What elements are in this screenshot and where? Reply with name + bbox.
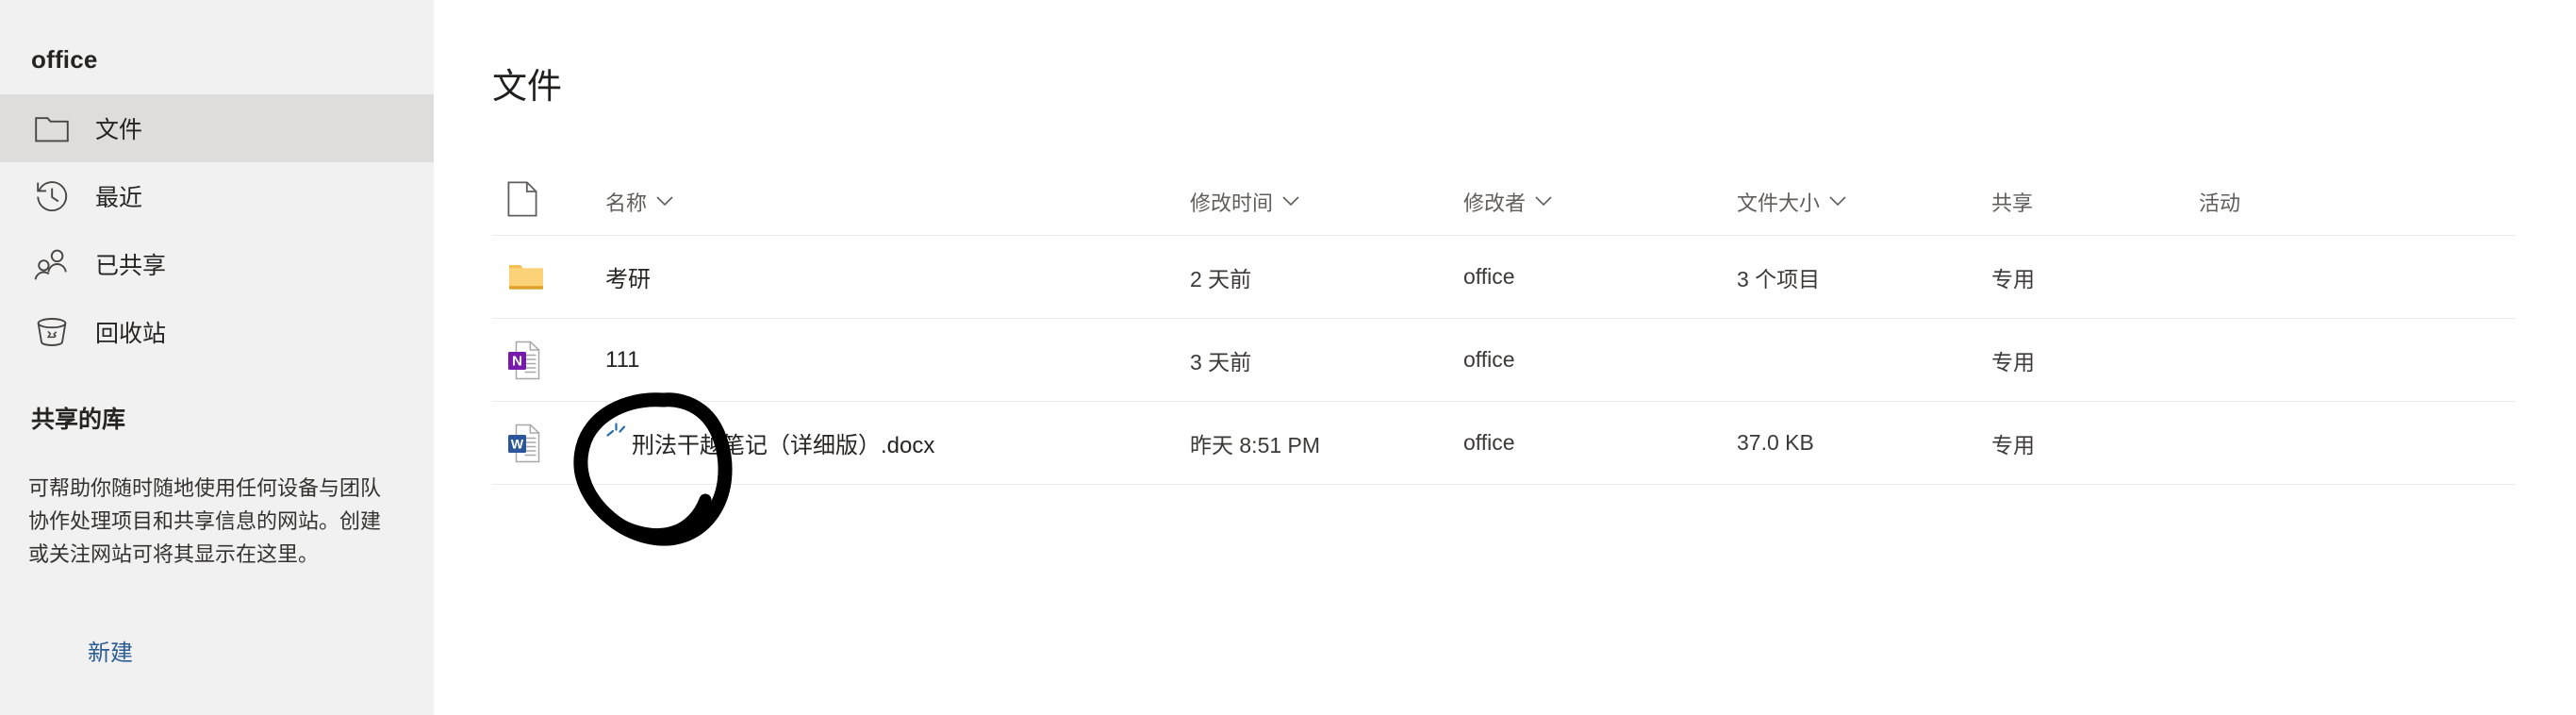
create-library-link[interactable]: 新建	[88, 634, 133, 667]
recent-clock-icon	[31, 175, 73, 217]
cell-modifier: office	[1463, 264, 1515, 289]
sidebar-item-label: 已共享	[95, 253, 167, 279]
table-row[interactable]: N 111 3 天前 office 专用	[492, 319, 2516, 402]
people-icon	[31, 243, 73, 285]
shared-library-description: 可帮助你随时随地使用任何设备与团队协作处理项目和共享信息的网站。创建或关注网站可…	[28, 476, 382, 566]
page-title: 文件	[492, 67, 562, 106]
sidebar-account-title: office	[31, 45, 98, 74]
sidebar-item-recent[interactable]: 最近	[0, 162, 434, 230]
file-browser-screen: office 文件 最近 已共享 回收站 共享的库 可帮助你随时随地使用任何设备…	[0, 0, 2576, 715]
shared-library-heading: 共享的库	[31, 407, 126, 433]
chevron-down-icon	[1535, 196, 1552, 207]
file-list-header: 名称 修改时间 修改者 文件大小 共享 活动	[492, 168, 2516, 236]
cell-sharing[interactable]: 专用	[1991, 350, 2035, 374]
folder-icon	[31, 108, 73, 149]
main-content: 文件 名称 修改时间 修改者 文件大小 共享 活动 考研 2 天前 office…	[434, 0, 2576, 715]
cell-modified: 昨天 8:51 PM	[1190, 432, 1321, 457]
cell-sharing[interactable]: 专用	[1991, 267, 2035, 291]
file-name-cell[interactable]: 111	[605, 347, 639, 374]
cell-size: 3 个项目	[1737, 266, 1821, 291]
chevron-down-icon	[1282, 196, 1299, 207]
sidebar-item-files[interactable]: 文件	[0, 94, 434, 162]
new-item-sparkle-icon	[605, 422, 630, 447]
sidebar-item-label: 最近	[95, 185, 143, 211]
cell-modifier: office	[1463, 347, 1515, 372]
sidebar-item-label: 文件	[95, 117, 143, 143]
file-name-cell[interactable]: 考研	[605, 260, 651, 293]
table-row[interactable]: 考研 2 天前 office 3 个项目 专用	[492, 236, 2516, 319]
folder-icon[interactable]	[507, 257, 545, 298]
column-header-activity[interactable]: 活动	[2199, 187, 2240, 217]
word-file-icon[interactable]: W	[507, 423, 545, 464]
cell-modified: 3 天前	[1190, 349, 1252, 374]
file-name: 111	[605, 346, 640, 373]
file-name: 考研	[605, 267, 651, 292]
sidebar-item-shared[interactable]: 已共享	[0, 230, 434, 298]
chevron-down-icon	[656, 196, 673, 207]
column-header-name[interactable]: 名称	[605, 187, 673, 217]
cell-sharing[interactable]: 专用	[1991, 433, 2035, 457]
onenote-file-icon[interactable]: N	[507, 340, 545, 381]
chevron-down-icon	[1829, 196, 1846, 207]
table-row[interactable]: W 刑法干越笔记（详细版）.docx 昨天 8:51 PM office 37.…	[492, 402, 2516, 485]
cell-modified: 2 天前	[1190, 266, 1252, 291]
column-header-size[interactable]: 文件大小	[1737, 187, 1846, 217]
recycle-bin-icon	[31, 311, 73, 353]
document-type-column-icon[interactable]	[507, 181, 537, 222]
sidebar: office 文件 最近 已共享 回收站 共享的库 可帮助你随时随地使用任何设备…	[0, 0, 434, 715]
svg-text:W: W	[511, 436, 524, 451]
column-header-modifier[interactable]: 修改者	[1463, 187, 1552, 217]
sidebar-item-label: 回收站	[95, 321, 167, 347]
cell-size: 37.0 KB	[1737, 430, 1814, 455]
column-header-modified[interactable]: 修改时间	[1190, 187, 1299, 217]
sidebar-nav: 文件 最近 已共享 回收站	[0, 94, 434, 366]
sidebar-item-recycle-bin[interactable]: 回收站	[0, 298, 434, 366]
column-header-sharing[interactable]: 共享	[1991, 187, 2033, 217]
file-name: 刑法干越笔记（详细版）.docx	[632, 433, 935, 458]
file-list: 名称 修改时间 修改者 文件大小 共享 活动 考研 2 天前 office 3 …	[492, 168, 2516, 485]
file-name-cell[interactable]: 刑法干越笔记（详细版）.docx	[605, 422, 935, 459]
svg-text:N: N	[512, 353, 522, 369]
cell-modifier: office	[1463, 430, 1515, 455]
suite-bar	[0, 0, 434, 13]
